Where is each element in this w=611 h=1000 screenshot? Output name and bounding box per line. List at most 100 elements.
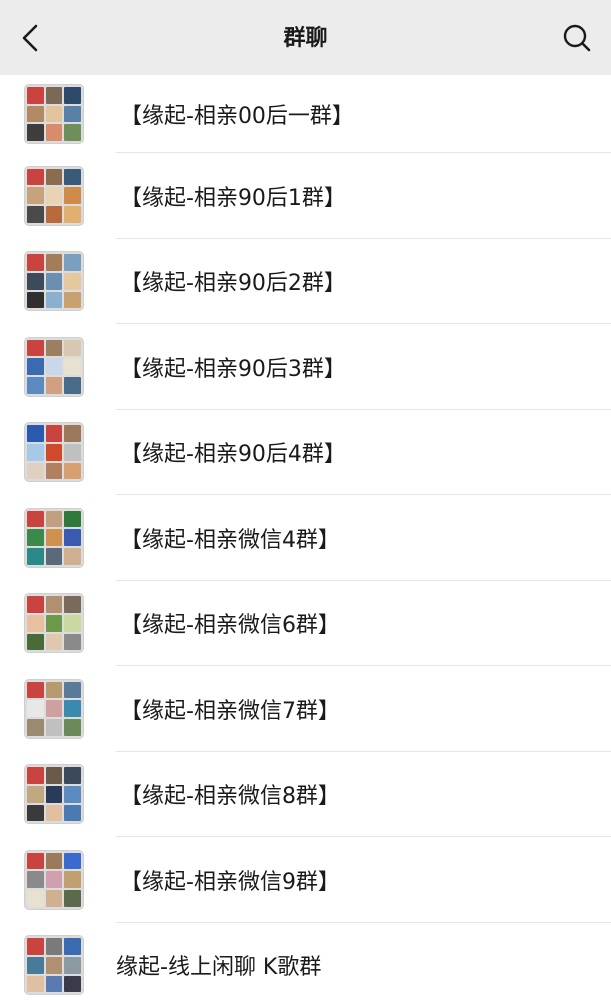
avatar-tile: [64, 548, 81, 565]
avatar-tile: [45, 187, 63, 205]
avatar-tile: [45, 272, 63, 290]
avatar-tile: [45, 443, 63, 461]
avatar-tile: [45, 291, 63, 309]
group-chat-row[interactable]: 【缘起-相亲90后2群】: [0, 239, 611, 324]
avatar-tile: [64, 377, 81, 394]
avatar-tile: [27, 272, 44, 290]
avatar-tile: [27, 596, 44, 613]
page-title: 群聊: [283, 26, 328, 51]
avatar-tile: [45, 700, 63, 718]
group-name: 【缘起-相亲00后一群】: [120, 104, 354, 129]
avatar-tile: [27, 852, 44, 870]
group-avatar: [24, 935, 84, 996]
avatar-tile: [64, 614, 81, 632]
group-chat-row[interactable]: 【缘起-相亲00后一群】: [0, 75, 611, 153]
group-name: 【缘起-相亲90后2群】: [120, 271, 346, 297]
avatar-tile: [45, 510, 63, 528]
avatar-tile: [45, 462, 63, 480]
avatar-tile: [64, 890, 81, 907]
avatar-tile: [45, 377, 63, 394]
group-avatar: [24, 251, 84, 312]
group-name: 【缘起-相亲90后4群】: [120, 442, 346, 468]
avatar-tile: [27, 168, 44, 186]
avatar-tile: [64, 681, 81, 699]
avatar-tile: [45, 358, 63, 376]
avatar-tile: [64, 87, 81, 104]
avatar-tile: [27, 529, 44, 547]
avatar-tile: [27, 462, 44, 480]
avatar-tile: [27, 87, 44, 104]
group-avatar: [24, 849, 84, 910]
group-chat-row[interactable]: 【缘起-相亲90后4群】: [0, 410, 611, 495]
group-chat-row[interactable]: 【缘起-相亲90后3群】: [0, 324, 611, 410]
group-name: 缘起-线上闲聊 K歌群: [116, 955, 322, 981]
avatar-tile: [45, 596, 63, 613]
avatar-tile: [64, 272, 81, 290]
avatar-tile: [64, 804, 81, 822]
avatar-tile: [27, 804, 44, 822]
group-chat-row[interactable]: 缘起-线上闲聊 K歌群: [0, 923, 611, 1000]
search-button[interactable]: [557, 18, 597, 58]
avatar-tile: [64, 291, 81, 309]
avatar-tile: [27, 339, 44, 357]
group-chat-row[interactable]: 【缘起-相亲微信8群】: [0, 752, 611, 837]
avatar-tile: [45, 124, 63, 141]
avatar-tile: [45, 529, 63, 547]
avatar-tile: [64, 938, 81, 955]
group-name: 【缘起-相亲90后3群】: [120, 356, 346, 382]
avatar-tile: [64, 767, 81, 784]
group-avatar: [24, 165, 84, 226]
avatar-tile: [27, 785, 44, 803]
group-name: 【缘起-相亲微信9群】: [120, 869, 340, 895]
group-chat-row[interactable]: 【缘起-相亲90后1群】: [0, 153, 611, 239]
avatar-tile: [64, 339, 81, 357]
avatar-tile: [27, 719, 44, 736]
group-name: 【缘起-相亲微信7群】: [120, 698, 340, 724]
group-avatar: [24, 336, 84, 397]
avatar-tile: [45, 614, 63, 632]
avatar-tile: [64, 254, 81, 271]
avatar-tile: [45, 719, 63, 736]
avatar-tile: [45, 785, 63, 803]
avatar-tile: [45, 871, 63, 889]
avatar-tile: [27, 956, 44, 974]
avatar-tile: [64, 633, 81, 651]
avatar-tile: [45, 938, 63, 955]
avatar-tile: [27, 254, 44, 271]
avatar-tile: [27, 938, 44, 955]
avatar-tile: [27, 206, 44, 223]
search-icon: [563, 24, 591, 52]
avatar-tile: [45, 548, 63, 565]
avatar-tile: [64, 462, 81, 480]
avatar-tile: [64, 975, 81, 993]
avatar-tile: [64, 596, 81, 613]
group-chat-row[interactable]: 【缘起-相亲微信6群】: [0, 581, 611, 666]
avatar-tile: [27, 105, 44, 123]
avatar-tile: [45, 206, 63, 223]
avatar-tile: [27, 291, 44, 309]
avatar-tile: [45, 852, 63, 870]
avatar-tile: [27, 633, 44, 651]
group-chat-row[interactable]: 【缘起-相亲微信4群】: [0, 495, 611, 581]
group-chat-row[interactable]: 【缘起-相亲微信7群】: [0, 666, 611, 752]
top-bar: 群聊: [0, 0, 611, 75]
group-chat-row[interactable]: 【缘起-相亲微信9群】: [0, 837, 611, 923]
avatar-tile: [27, 681, 44, 699]
avatar-tile: [64, 510, 81, 528]
avatar-tile: [45, 681, 63, 699]
avatar-tile: [45, 890, 63, 907]
avatar-tile: [64, 852, 81, 870]
avatar-tile: [27, 548, 44, 565]
group-avatar: [24, 422, 84, 483]
avatar-tile: [64, 443, 81, 461]
group-avatar: [24, 84, 84, 144]
avatar-tile: [27, 358, 44, 376]
avatar-tile: [45, 105, 63, 123]
group-avatar: [24, 507, 84, 568]
group-chat-list: 【缘起-相亲00后一群】 【缘起-相亲90后1群】 【缘起-相亲90后2群】 【缘起-…: [0, 75, 611, 1000]
avatar-tile: [27, 975, 44, 993]
avatar-tile: [45, 87, 63, 104]
avatar-tile: [64, 425, 81, 442]
avatar-tile: [64, 956, 81, 974]
avatar-tile: [64, 700, 81, 718]
